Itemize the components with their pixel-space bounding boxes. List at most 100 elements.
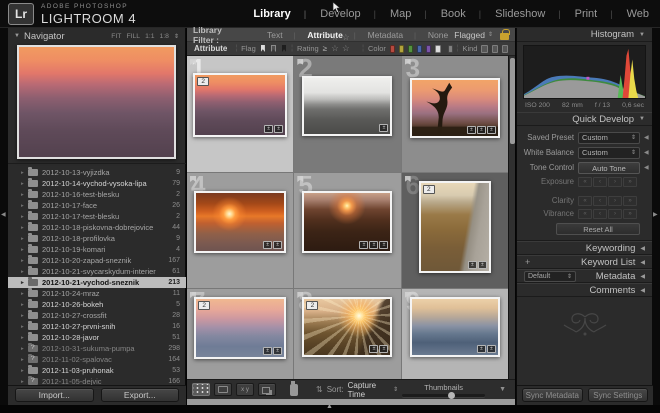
sync-metadata-button[interactable]: Sync Metadata <box>522 388 583 402</box>
thumbnail-badges[interactable] <box>263 241 282 249</box>
loupe-view-button[interactable] <box>214 383 232 396</box>
expander-icon[interactable]: ▸ <box>21 236 28 242</box>
collapse-left-icon[interactable]: ◀ <box>640 273 645 280</box>
kind-copy-icon[interactable] <box>492 45 498 53</box>
grid-cell-4[interactable]: 4 <box>187 173 293 288</box>
grid-scrollbar[interactable] <box>508 56 515 379</box>
folder-row[interactable]: ▸2012-10-20-zapad-sneznik167 <box>8 255 186 266</box>
develop-badge-icon[interactable] <box>379 345 388 353</box>
folder-row[interactable]: ▸2012-11-03-pruhonak53 <box>8 365 186 376</box>
collapse-down-icon[interactable]: ▼ <box>14 33 20 39</box>
folder-row[interactable]: ▸2012-10-18-profilovka9 <box>8 233 186 244</box>
decrease-large-button[interactable] <box>578 177 592 187</box>
grid-cell-3[interactable]: 3 <box>402 56 508 172</box>
keyword-list-header[interactable]: + Keyword List ◀ <box>517 255 652 269</box>
expander-icon[interactable]: ▸ <box>21 214 28 220</box>
color-swatch-custom[interactable] <box>448 45 453 53</box>
expander-icon[interactable]: ▸ <box>21 280 28 286</box>
collapse-left-panel-arrow[interactable] <box>0 28 8 405</box>
photo-thumbnail[interactable] <box>410 78 500 138</box>
develop-badge-icon[interactable] <box>273 347 282 355</box>
expander-icon[interactable]: ▸ <box>21 313 28 319</box>
module-map[interactable]: Map <box>383 8 434 20</box>
painter-spray-can-icon[interactable] <box>290 384 298 396</box>
folder-row[interactable]: ▸2012-10-21-svycarskydum-interier61 <box>8 266 186 277</box>
keywording-header[interactable]: Keywording ◀ <box>517 241 652 255</box>
stack-count-badge[interactable]: 2 <box>197 77 209 86</box>
folder-row[interactable]: ▸2012-10-28-javor51 <box>8 332 186 343</box>
develop-badge-icon[interactable] <box>379 124 388 132</box>
crop-badge-icon[interactable] <box>477 126 486 134</box>
white-balance-select[interactable]: Custom⇕ <box>578 147 640 159</box>
develop-badge-icon[interactable] <box>273 241 282 249</box>
folder-row[interactable]: ▸2012-10-14-vychod-vysoka-lipa79 <box>8 178 186 189</box>
collapse-down-icon[interactable]: ▼ <box>639 32 645 38</box>
histogram-header[interactable]: Histogram ▼ <box>517 28 652 42</box>
kind-video-icon[interactable] <box>502 45 508 53</box>
kind-master-icon[interactable] <box>481 45 487 53</box>
folder-row[interactable]: ▸2012-10-17-face26 <box>8 200 186 211</box>
folder-row[interactable]: ▸2012-10-24-mraz11 <box>8 288 186 299</box>
filter-tab-metadata[interactable]: Metadata <box>362 30 422 40</box>
increase-large-button[interactable] <box>623 177 637 187</box>
module-web[interactable]: Web <box>620 8 656 20</box>
keyword-badge-icon[interactable] <box>359 241 368 249</box>
expander-icon[interactable]: ▸ <box>21 247 28 253</box>
crop-badge-icon[interactable] <box>263 241 272 249</box>
crop-badge-icon[interactable] <box>468 261 477 269</box>
thumbnail-badges[interactable] <box>263 347 282 355</box>
zoom-ratio-stepper-icon[interactable]: ⇕ <box>174 33 179 40</box>
photo-thumbnail[interactable] <box>194 191 286 253</box>
stack-count-badge[interactable]: 2 <box>306 301 318 310</box>
compare-view-button[interactable] <box>236 383 254 396</box>
sort-value-select[interactable]: Capture Time <box>348 381 389 399</box>
auto-tone-button[interactable]: Auto Tone <box>578 162 640 174</box>
thumbnail-badges[interactable] <box>379 124 388 132</box>
sync-settings-button[interactable]: Sync Settings <box>588 388 649 402</box>
module-library[interactable]: Library <box>246 8 313 20</box>
expander-icon[interactable]: ▸ <box>21 368 28 374</box>
clarity-steppers[interactable] <box>578 196 637 206</box>
add-keyword-icon[interactable]: + <box>524 257 530 267</box>
filter-tab-none[interactable]: None <box>422 30 454 40</box>
thumbnail-badges[interactable] <box>264 125 283 133</box>
expander-icon[interactable]: ▸ <box>21 335 28 341</box>
collapse-down-icon[interactable]: ▼ <box>639 116 645 122</box>
thumbnail-badges[interactable] <box>369 345 388 353</box>
crop-badge-icon[interactable] <box>263 347 272 355</box>
grid-scrollbar-thumb[interactable] <box>510 58 515 144</box>
crop-badge-icon[interactable] <box>477 345 486 353</box>
module-print[interactable]: Print <box>568 8 620 20</box>
decrease-button[interactable] <box>593 177 607 187</box>
increase-button[interactable] <box>608 177 622 187</box>
folder-row-selected[interactable]: ▸2012-10-21-vychod-sneznik213 <box>8 277 186 288</box>
flag-unflagged-icon[interactable] <box>271 45 276 52</box>
crop-badge-icon[interactable] <box>369 241 378 249</box>
expander-icon[interactable]: ▸ <box>21 357 28 363</box>
preset-stepper-icon[interactable]: ⇕ <box>488 31 493 38</box>
histogram-graph[interactable] <box>523 45 646 99</box>
increase-large-button[interactable] <box>623 196 637 206</box>
thumbnail-badges[interactable] <box>468 261 487 269</box>
photo-thumbnail[interactable] <box>302 191 392 253</box>
navigator-header[interactable]: ▼ Navigator FIT FILL 1:1 1:8 ⇕ <box>8 28 185 44</box>
folder-row[interactable]: ▸2012-10-17-test-blesku2 <box>8 211 186 222</box>
expander-icon[interactable]: ▸ <box>21 346 28 352</box>
decrease-large-button[interactable] <box>578 196 592 206</box>
thumbnail-size-slider[interactable] <box>402 394 485 397</box>
grid-cell-7[interactable]: 7 2 <box>187 289 293 379</box>
metadata-header[interactable]: Default⇕ Metadata ◀ <box>517 269 652 283</box>
expander-icon[interactable]: ▸ <box>21 379 28 385</box>
decrease-button[interactable] <box>593 209 607 219</box>
filter-preset-select[interactable]: Flagged <box>454 30 485 40</box>
filter-lock-icon[interactable] <box>500 33 509 40</box>
stack-count-badge[interactable]: 2 <box>198 301 210 310</box>
exposure-steppers[interactable] <box>578 177 637 187</box>
expander-icon[interactable]: ▸ <box>21 170 28 176</box>
folder-row[interactable]: ▸2012-10-26-bokeh5 <box>8 299 186 310</box>
flag-reject-icon[interactable] <box>282 45 286 52</box>
expander-icon[interactable]: ▸ <box>21 302 28 308</box>
color-swatch-red[interactable] <box>390 45 395 53</box>
photo-thumbnail[interactable]: 2 <box>194 297 286 359</box>
decrease-button[interactable] <box>593 196 607 206</box>
